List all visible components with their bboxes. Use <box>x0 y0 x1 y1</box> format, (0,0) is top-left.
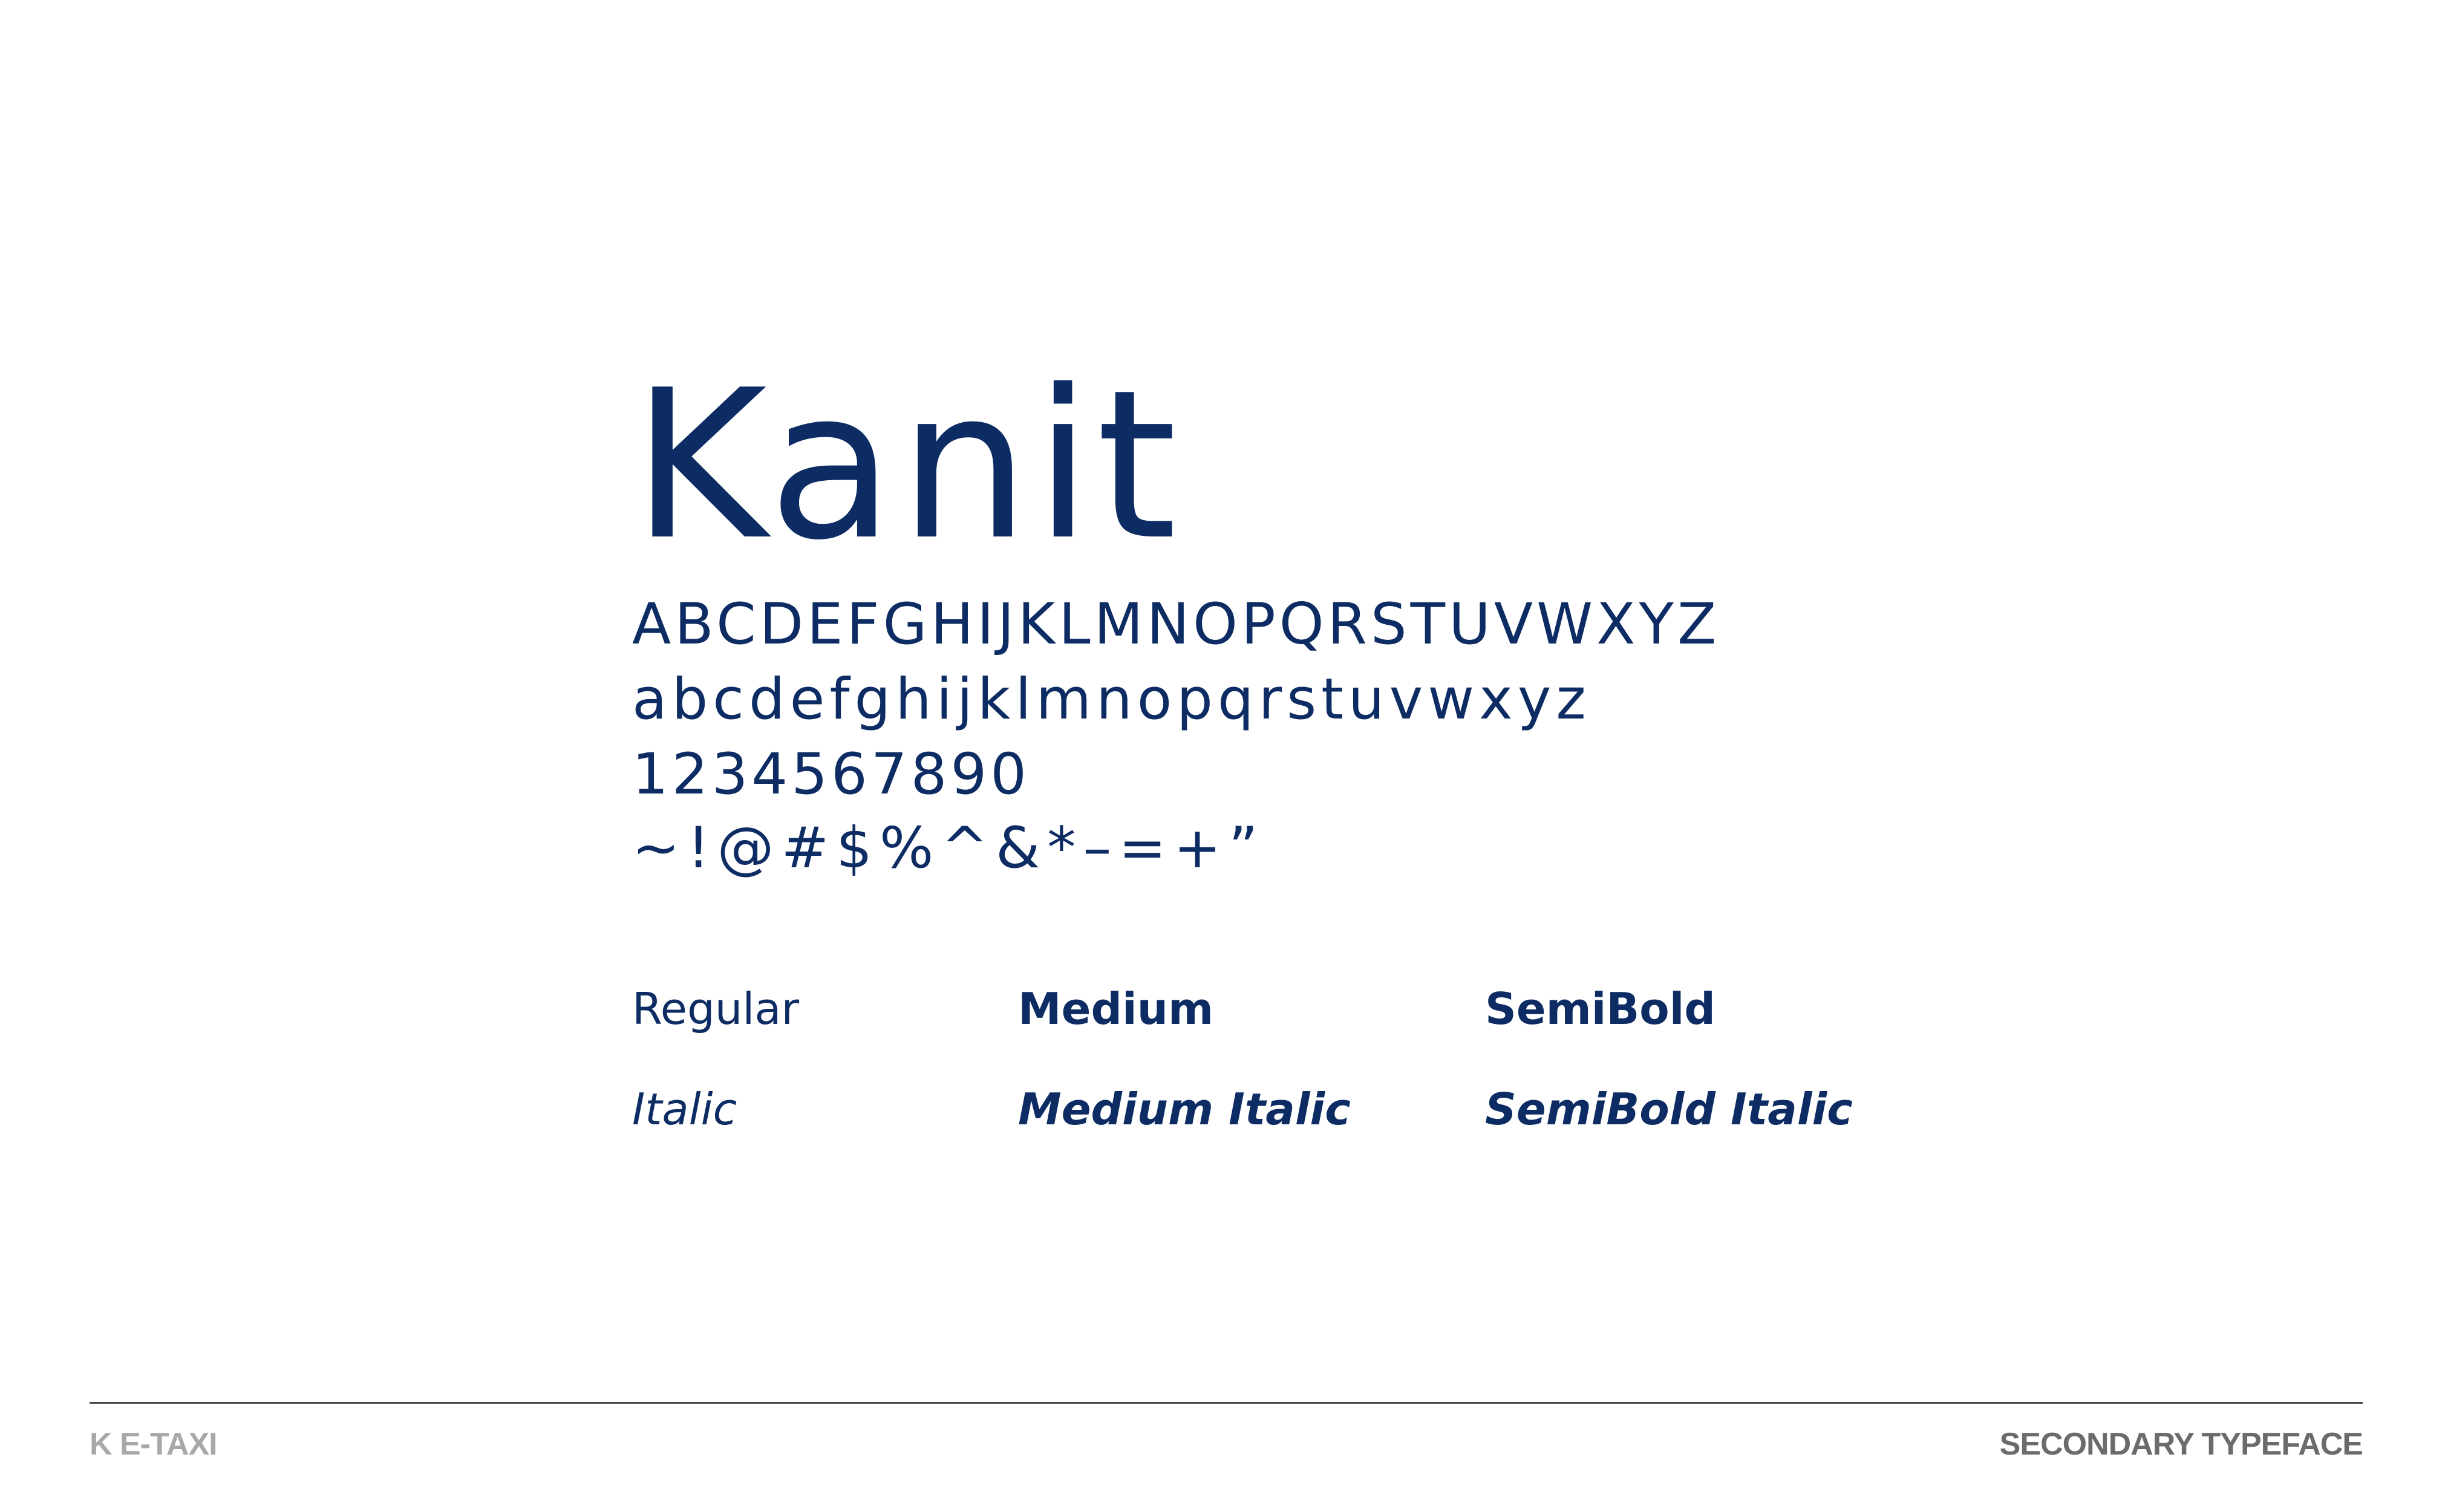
weight-medium-italic: Medium Italic <box>1018 1084 1351 1135</box>
typeface-name: Kanit <box>632 346 1182 585</box>
footer-section-label: SECONDARY TYPEFACE <box>1999 1427 2363 1462</box>
lowercase-glyphs: abcdefghijklmnopqrstuvwxyz <box>632 666 1591 732</box>
weight-regular: Regular <box>632 983 800 1034</box>
footer-divider <box>90 1402 2363 1404</box>
weight-semibold-italic: SemiBold Italic <box>1485 1084 1853 1135</box>
weight-medium: Medium <box>1018 983 1213 1034</box>
weight-semibold: SemiBold <box>1485 983 1715 1034</box>
footer-brand-label: K E-TAXI <box>90 1427 218 1462</box>
weight-italic: Italic <box>632 1084 737 1135</box>
digit-glyphs: 1234567890 <box>632 741 1031 807</box>
symbol-glyphs: ~!@#$%^&*–=+” <box>632 815 1265 881</box>
uppercase-glyphs: ABCDEFGHIJKLMNOPQRSTUVWXYZ <box>632 591 1720 657</box>
